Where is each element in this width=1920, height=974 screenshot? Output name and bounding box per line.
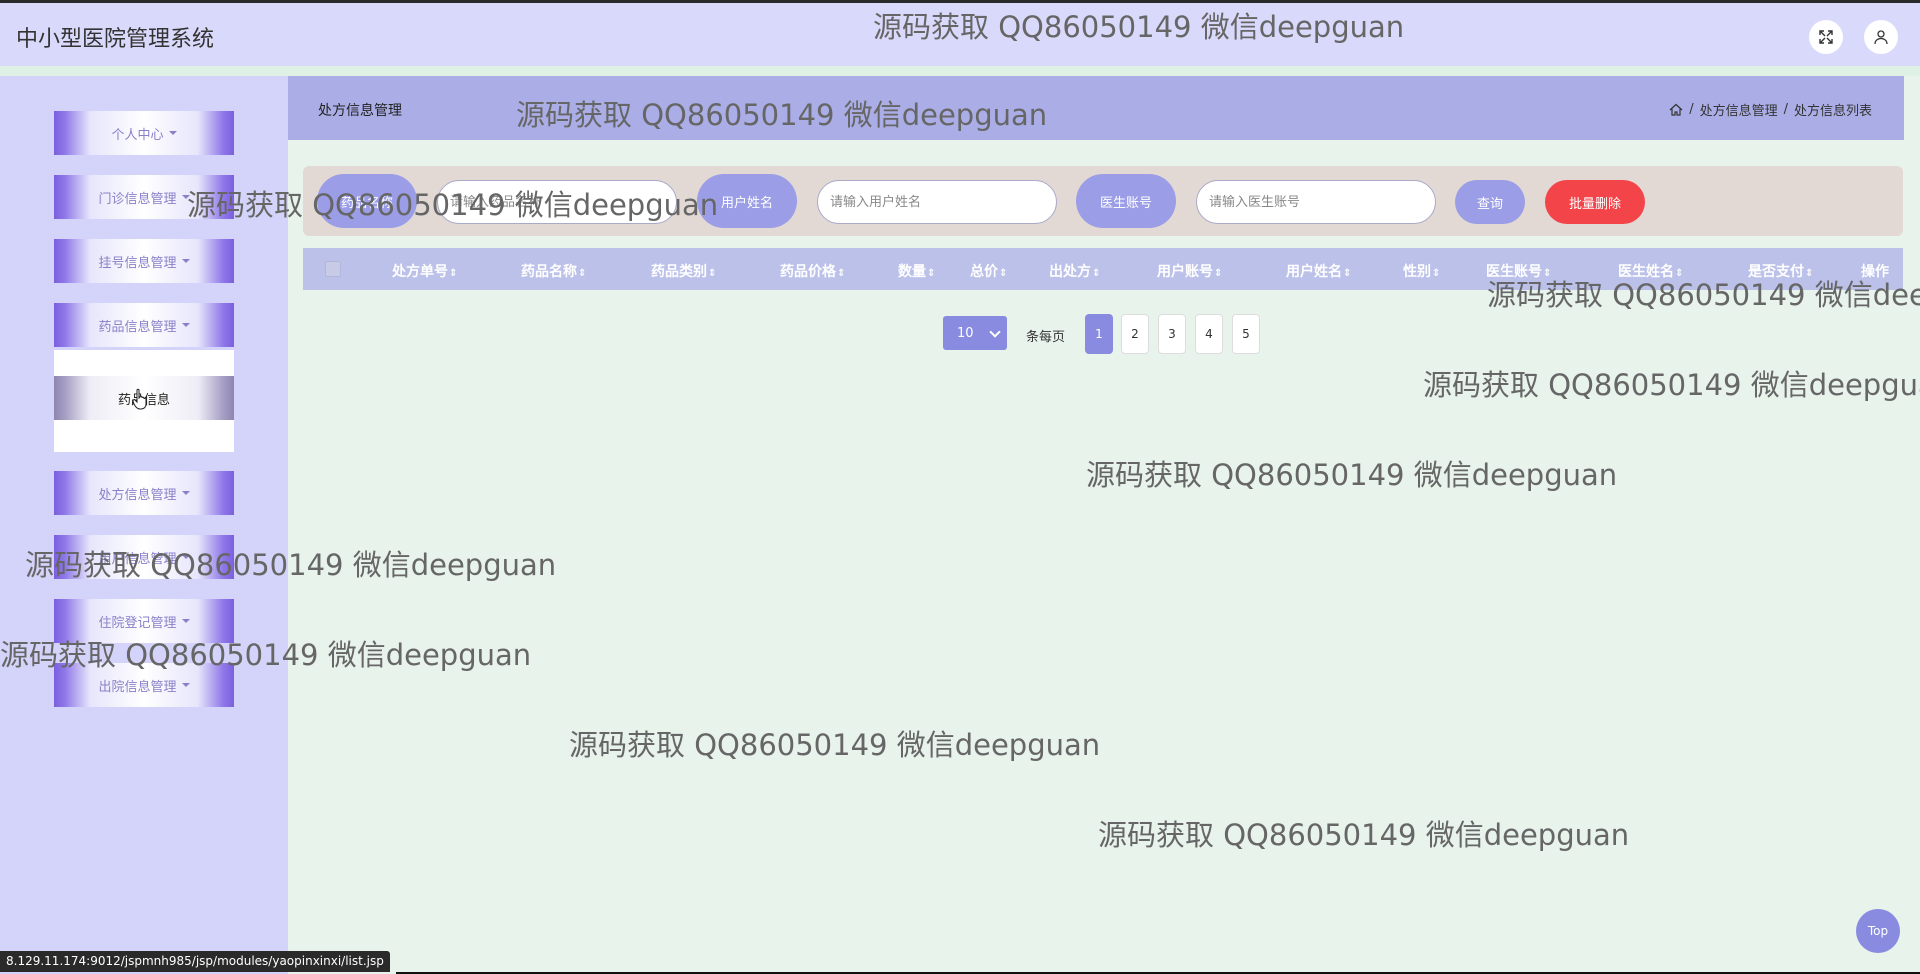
column-header-actions: 操作 [1861,264,1889,280]
column-header[interactable]: 处方单号⇕ [392,261,457,281]
sidebar-item-label: 门诊信息管理 [98,191,177,207]
status-url: 8.129.11.174:9012/jspmnh985/jsp/modules/… [0,951,390,972]
column-header[interactable]: 总价⇕ [970,261,1007,281]
breadcrumb-separator: / [1689,102,1694,117]
page-title: 处方信息管理 [318,103,402,119]
caret-down-icon [168,131,177,135]
chevron-down-icon [989,326,1001,338]
sidebar-item-label: 处方信息管理 [98,487,177,503]
sidebar-item-users[interactable]: 用户信息管理 [54,535,234,579]
column-header[interactable]: 医生账号⇕ [1486,261,1551,281]
per-page-label: 条每页 [1026,330,1066,345]
column-header[interactable]: 药品名称⇕ [521,261,586,281]
sort-icon: ⇕ [449,268,458,279]
sort-icon: ⇕ [1343,268,1352,279]
sidebar-item-hospital-admission[interactable]: 住院登记管理 [54,599,234,643]
page-button[interactable]: 5 [1232,314,1260,354]
sidebar-item-discharge[interactable]: 出院信息管理 [54,663,234,707]
app-title: 中小型医院管理系统 [16,27,215,52]
sidebar-item-prescription[interactable]: 处方信息管理 [54,471,234,515]
table-header: 处方单号⇕ 药品名称⇕ 药品类别⇕ 药品价格⇕ 数量⇕ 总价⇕ 出处方⇕ 用户账… [303,248,1903,290]
select-all-checkbox[interactable] [325,261,341,277]
search-form: 药品名称 用户姓名 医生账号 查询 批量删除 [303,166,1903,236]
sidebar-item-label: 住院登记管理 [98,615,177,631]
watermark: 源码获取 QQ86050149 微信deepguan [1098,818,1630,852]
sort-icon: ⇕ [1092,268,1101,279]
breadcrumb: / 处方信息管理 / 处方信息列表 [1669,100,1872,119]
column-header[interactable]: 用户账号⇕ [1157,261,1222,281]
fullscreen-icon[interactable] [1809,20,1843,54]
column-header[interactable]: 出处方⇕ [1049,261,1100,281]
sidebar-item-label: 挂号信息管理 [98,255,177,271]
column-header[interactable]: 数量⇕ [898,261,935,281]
sort-icon: ⇕ [1543,268,1552,279]
sidebar-item-label: 用户信息管理 [98,551,177,567]
watermark: 源码获取 QQ86050149 微信deepguan [1423,368,1920,402]
breadcrumb-separator: / [1783,102,1788,117]
sidebar-item-label: 出院信息管理 [98,679,177,695]
caret-down-icon [181,323,190,327]
column-header[interactable]: 性别⇕ [1403,261,1440,281]
medicine-name-label: 药品名称 [317,174,417,228]
caret-down-icon [181,259,190,263]
sort-icon: ⇕ [1805,268,1814,279]
column-header[interactable]: 是否支付⇕ [1748,261,1813,281]
sort-icon: ⇕ [927,268,936,279]
sort-icon: ⇕ [1675,268,1684,279]
page-button[interactable]: 2 [1121,314,1149,354]
sort-icon: ⇕ [578,268,587,279]
column-header[interactable]: 用户姓名⇕ [1286,261,1351,281]
sidebar-item-label: 个人中心 [111,127,164,143]
user-icon[interactable] [1864,20,1898,54]
header-divider [0,66,1920,76]
watermark: 源码获取 QQ86050149 微信deepguan [569,728,1101,762]
top-header: 中小型医院管理系统 [0,0,1920,66]
sort-icon: ⇕ [1432,268,1441,279]
home-icon[interactable] [1669,103,1683,117]
sidebar-item-label: 药品信息管理 [98,319,177,335]
back-to-top-button[interactable]: Top [1856,909,1900,953]
sidebar-item-personal-center[interactable]: 个人中心 [54,111,234,155]
content-header: 处方信息管理 / 处方信息管理 / 处方信息列表 [288,76,1904,140]
caret-down-icon [181,683,190,687]
caret-down-icon [181,619,190,623]
sidebar-item-medicine[interactable]: 药品信息管理 [54,303,234,347]
page-button[interactable]: 4 [1195,314,1223,354]
column-header[interactable]: 药品类别⇕ [651,261,716,281]
page: 中小型医院管理系统 个人中心 门诊信息管理 挂号信息管理 药品信息管理 药品信息… [0,0,1920,974]
user-name-label: 用户姓名 [697,174,797,228]
doctor-account-label: 医生账号 [1076,174,1176,228]
column-header[interactable]: 药品价格⇕ [780,261,845,281]
sidebar-item-outpatient[interactable]: 门诊信息管理 [54,175,234,219]
sort-icon: ⇕ [1214,268,1223,279]
query-button[interactable]: 查询 [1455,180,1525,224]
sidebar-item-registration[interactable]: 挂号信息管理 [54,239,234,283]
hand-cursor-icon [132,388,147,410]
column-header[interactable]: 医生姓名⇕ [1618,261,1683,281]
user-name-input[interactable] [817,180,1057,224]
breadcrumb-item-current: 处方信息列表 [1793,104,1872,119]
caret-down-icon [181,491,190,495]
sort-icon: ⇕ [837,268,846,279]
sort-icon: ⇕ [708,268,717,279]
page-button-current[interactable]: 1 [1085,314,1113,354]
page-button[interactable]: 3 [1158,314,1186,354]
watermark: 源码获取 QQ86050149 微信deepguan [1086,458,1618,492]
page-size-select[interactable]: 10 [943,316,1007,350]
doctor-account-input[interactable] [1196,180,1436,224]
medicine-name-input[interactable] [437,180,677,224]
breadcrumb-item[interactable]: 处方信息管理 [1700,100,1778,119]
caret-down-icon [181,555,190,559]
caret-down-icon [181,195,190,199]
sort-icon: ⇕ [999,268,1008,279]
batch-delete-button[interactable]: 批量删除 [1545,180,1645,224]
